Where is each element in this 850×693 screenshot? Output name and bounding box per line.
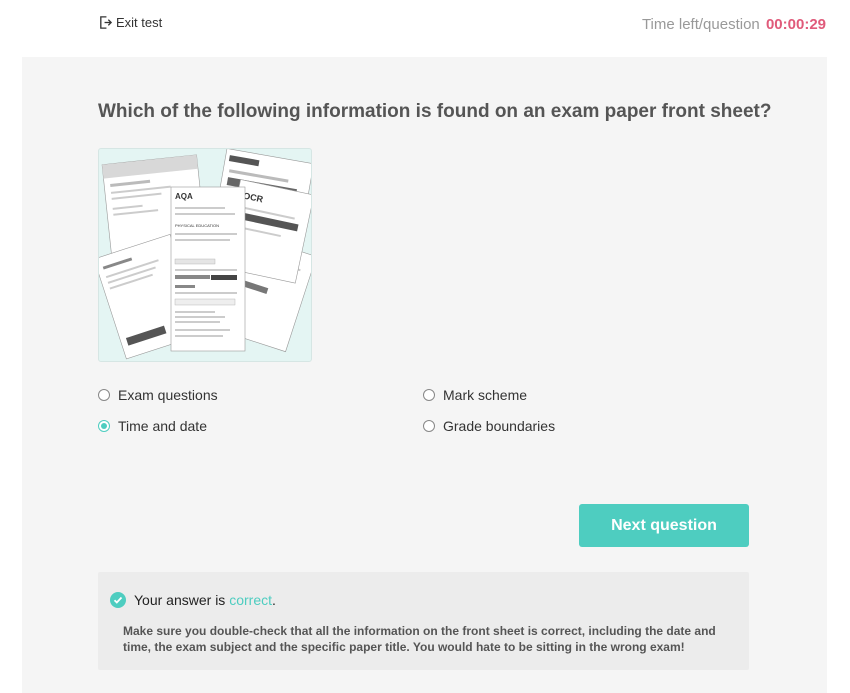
check-icon <box>110 592 126 608</box>
option-exam-questions[interactable]: Exam questions <box>98 387 218 403</box>
question-card: Which of the following information is fo… <box>22 57 827 693</box>
feedback-prefix: Your answer is <box>134 592 230 608</box>
feedback-suffix: . <box>272 592 276 608</box>
radio-grade-boundaries[interactable] <box>423 420 435 432</box>
timer-label: Time left/question <box>641 16 760 33</box>
svg-text:PHYSICAL EDUCATION: PHYSICAL EDUCATION <box>175 223 219 228</box>
radio-time-and-date[interactable] <box>98 420 110 432</box>
answer-feedback: Your answer is correct. Make sure you do… <box>98 572 749 670</box>
radio-exam-questions[interactable] <box>98 389 110 401</box>
question-timer: Time left/question 00:00:29 <box>642 16 826 33</box>
next-question-button[interactable]: Next question <box>579 504 749 547</box>
option-label: Grade boundaries <box>443 418 556 434</box>
radio-mark-scheme[interactable] <box>423 389 435 401</box>
option-mark-scheme[interactable]: Mark scheme <box>423 387 527 403</box>
top-bar: Exit test Time left/question 00:00:29 <box>0 0 850 56</box>
option-label: Exam questions <box>118 387 218 403</box>
option-grade-boundaries[interactable]: Grade boundaries <box>423 418 555 434</box>
feedback-heading: Your answer is correct. <box>110 592 276 608</box>
exit-icon <box>98 15 113 30</box>
exit-test-label: Exit test <box>116 15 163 30</box>
exam-papers-image: OCR AQA PHYSICAL EDUCATION <box>98 148 312 362</box>
option-label: Mark scheme <box>443 387 528 403</box>
feedback-status: correct <box>229 592 272 608</box>
svg-text:AQA: AQA <box>175 192 193 201</box>
option-time-and-date[interactable]: Time and date <box>98 418 207 434</box>
feedback-explanation: Make sure you double-check that all the … <box>123 624 716 654</box>
exit-test-link[interactable]: Exit test <box>98 15 162 30</box>
timer-value: 00:00:29 <box>765 16 826 33</box>
option-label: Time and date <box>118 418 207 434</box>
question-text: Which of the following information is fo… <box>98 101 772 122</box>
